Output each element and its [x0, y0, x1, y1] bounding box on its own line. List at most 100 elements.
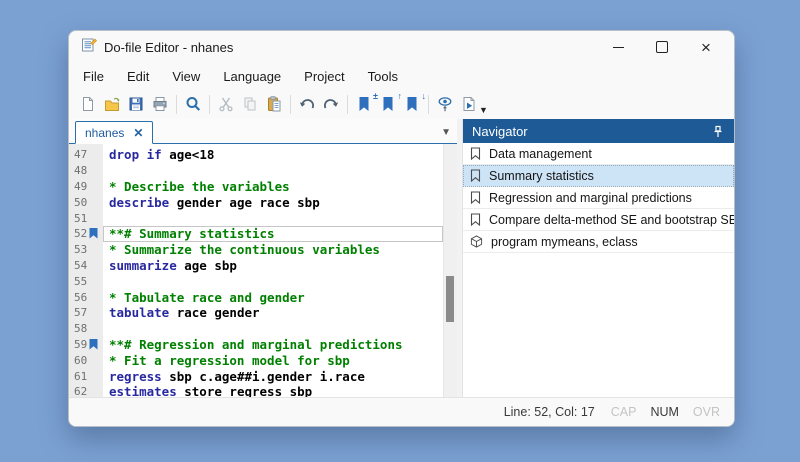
navigator-item[interactable]: Data management	[463, 143, 734, 165]
line-number: 59	[69, 338, 103, 351]
tab-nhanes[interactable]: nhanes ✕	[75, 121, 153, 144]
editor-line-48[interactable]: 48	[69, 163, 443, 179]
print-icon[interactable]	[148, 92, 172, 116]
navigator-item[interactable]: Compare delta-method SE and bootstrap SE…	[463, 209, 734, 231]
editor-line-53[interactable]: 53* Summarize the continuous variables	[69, 242, 443, 258]
navigator-item[interactable]: Regression and marginal predictions	[463, 187, 734, 209]
save-icon[interactable]	[124, 92, 148, 116]
dofile-editor-window: Do-file Editor - nhanes × File Edit View La…	[68, 30, 735, 427]
line-number: 57	[69, 306, 103, 319]
code-editor[interactable]: 47drop if age<184849* Describe the varia…	[69, 144, 457, 397]
line-number: 55	[69, 275, 103, 288]
toolbar-separator	[290, 95, 291, 114]
editor-line-51[interactable]: 51	[69, 210, 443, 226]
bookmark-icon	[470, 169, 481, 182]
preview-icon[interactable]	[433, 92, 457, 116]
editor-line-58[interactable]: 58	[69, 321, 443, 337]
navigator-item-label: Summary statistics	[489, 169, 594, 183]
code-line-text: * Fit a regression model for sbp	[103, 352, 443, 368]
menu-tools[interactable]: Tools	[368, 69, 398, 84]
line-number: 58	[69, 322, 103, 335]
menu-file[interactable]: File	[83, 69, 104, 84]
program-cube-icon	[470, 235, 483, 248]
editor-line-55[interactable]: 55	[69, 273, 443, 289]
tab-bar: nhanes ✕ ▼	[69, 119, 457, 144]
pin-icon[interactable]	[711, 124, 725, 138]
redo-icon[interactable]	[319, 92, 343, 116]
line-number: 49	[69, 180, 103, 193]
editor-line-57[interactable]: 57tabulate race gender	[69, 305, 443, 321]
editor-line-52[interactable]: 52**# Summary statistics	[69, 226, 443, 242]
editor-vertical-scrollbar[interactable]	[443, 144, 457, 397]
menu-language[interactable]: Language	[223, 69, 281, 84]
minimize-button[interactable]	[596, 32, 640, 62]
code-line-text	[103, 163, 443, 179]
dofile-document-icon	[81, 37, 97, 58]
menu-view[interactable]: View	[172, 69, 200, 84]
navigator-item-label: Compare delta-method SE and bootstrap SE…	[489, 213, 734, 227]
cursor-position: Line: 52, Col: 17	[504, 405, 595, 419]
bookmark-flag-icon	[89, 228, 98, 239]
code-line-text: describe gender age race sbp	[103, 194, 443, 210]
toolbar-separator	[209, 95, 210, 114]
bookmark-icon	[470, 147, 481, 160]
menu-bar: File Edit View Language Project Tools	[69, 63, 734, 89]
line-number: 53	[69, 243, 103, 256]
close-button[interactable]: ×	[684, 32, 728, 62]
code-line-text: * Tabulate race and gender	[103, 289, 443, 305]
line-number: 62	[69, 385, 103, 397]
menu-project[interactable]: Project	[304, 69, 344, 84]
indicator-cap: CAP	[611, 405, 637, 419]
editor-line-61[interactable]: 61regress sbp c.age##i.gender i.race	[69, 368, 443, 384]
paste-icon[interactable]	[262, 92, 286, 116]
navigator-item[interactable]: program mymeans, eclass	[463, 231, 734, 253]
code-line-text: * Summarize the continuous variables	[103, 242, 443, 258]
editor-line-49[interactable]: 49* Describe the variables	[69, 179, 443, 195]
code-line-text: estimates store regress_sbp	[103, 384, 443, 397]
scrollbar-thumb[interactable]	[446, 276, 454, 322]
main-area: nhanes ✕ ▼ 47drop if age<184849* Describ…	[69, 119, 734, 397]
navigator-panel: Navigator Data management Summary statist…	[462, 119, 734, 397]
undo-icon[interactable]	[295, 92, 319, 116]
tab-close-icon[interactable]: ✕	[133, 127, 143, 139]
line-number: 52	[69, 227, 103, 240]
editor-line-54[interactable]: 54summarize age sbp	[69, 258, 443, 274]
indicator-num: NUM	[650, 405, 678, 419]
navigator-item-label: Data management	[489, 147, 592, 161]
find-icon[interactable]	[181, 92, 205, 116]
new-dofile-icon[interactable]	[76, 92, 100, 116]
toggle-bookmark-icon[interactable]: ±	[352, 92, 376, 116]
bookmark-icon	[470, 213, 481, 226]
editor-line-59[interactable]: 59**# Regression and marginal prediction…	[69, 337, 443, 353]
next-bookmark-icon[interactable]: ↓	[400, 92, 424, 116]
toolbar-separator	[176, 95, 177, 114]
line-number: 47	[69, 148, 103, 161]
menu-edit[interactable]: Edit	[127, 69, 149, 84]
line-number: 54	[69, 259, 103, 272]
status-indicators: CAP NUM OVR	[611, 405, 720, 419]
code-line-text: * Describe the variables	[103, 179, 443, 195]
indicator-ovr: OVR	[693, 405, 720, 419]
execute-do-icon[interactable]	[457, 92, 481, 116]
tab-list-dropdown-icon[interactable]: ▼	[441, 127, 451, 138]
editor-line-47[interactable]: 47drop if age<18	[69, 147, 443, 163]
bookmark-icon	[470, 191, 481, 204]
editor-line-56[interactable]: 56* Tabulate race and gender	[69, 289, 443, 305]
code-line-text: **# Regression and marginal predictions	[103, 337, 443, 353]
navigator-item[interactable]: Summary statistics	[463, 165, 734, 187]
open-icon[interactable]	[100, 92, 124, 116]
previous-bookmark-icon[interactable]: ↑	[376, 92, 400, 116]
editor-line-62[interactable]: 62estimates store regress_sbp	[69, 384, 443, 397]
navigator-item-label: Regression and marginal predictions	[489, 191, 692, 205]
line-number: 51	[69, 212, 103, 225]
title-bar[interactable]: Do-file Editor - nhanes ×	[69, 31, 734, 63]
editor-line-60[interactable]: 60* Fit a regression model for sbp	[69, 352, 443, 368]
code-line-text: regress sbp c.age##i.gender i.race	[103, 368, 443, 384]
navigator-title: Navigator	[472, 124, 528, 139]
editor-line-50[interactable]: 50describe gender age race sbp	[69, 194, 443, 210]
cut-icon	[214, 92, 238, 116]
code-line-text: drop if age<18	[103, 147, 443, 163]
code-line-text: summarize age sbp	[103, 258, 443, 274]
maximize-button[interactable]	[640, 32, 684, 62]
line-number: 50	[69, 196, 103, 209]
